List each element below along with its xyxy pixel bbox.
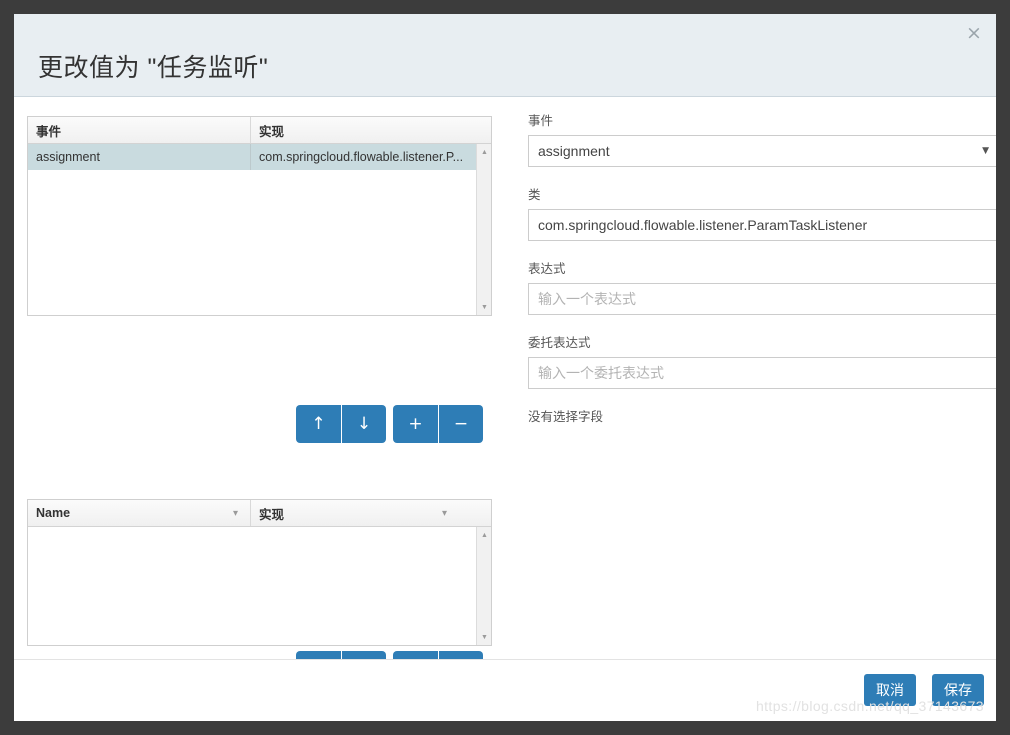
fields-grid: Name ▾ 实现 ▾ ▲ ▼: [27, 499, 492, 646]
table-row[interactable]: assignment com.springcloud.flowable.list…: [28, 144, 491, 170]
fields-column-implementation-label: 实现: [259, 507, 285, 522]
close-icon[interactable]: ×: [963, 23, 985, 45]
listener-move-down-button[interactable]: ↓: [341, 405, 386, 443]
delegate-expression-field-label: 委托表达式: [528, 336, 591, 350]
save-button[interactable]: 保存: [932, 674, 984, 706]
listener-move-up-button[interactable]: ↑: [296, 405, 341, 443]
event-field-label: 事件: [528, 114, 554, 128]
event-select[interactable]: [528, 135, 996, 167]
change-value-dialog: 更改值为 "任务监听" × 事件 实现 assignment com.sprin…: [14, 14, 996, 721]
listener-column-event-label: 事件: [36, 124, 62, 139]
chevron-down-icon[interactable]: ▾: [442, 509, 451, 519]
listener-remove-button[interactable]: −: [438, 405, 483, 443]
fields-grid-rows: ▲ ▼: [28, 527, 491, 645]
dialog-header: 更改值为 "任务监听" ×: [14, 14, 996, 97]
fields-column-name[interactable]: Name ▾: [28, 500, 250, 526]
scroll-up-icon[interactable]: ▲: [477, 528, 491, 542]
page-title: 更改值为 "任务监听": [38, 54, 269, 82]
listener-grid-header: 事件 实现: [28, 117, 491, 144]
listener-grid-rows: assignment com.springcloud.flowable.list…: [28, 144, 491, 315]
delegate-expression-input[interactable]: [528, 357, 996, 389]
fields-column-implementation[interactable]: 实现 ▾: [250, 500, 491, 526]
fields-column-name-label: Name: [36, 506, 71, 520]
class-field-label: 类: [528, 188, 541, 202]
chevron-down-icon[interactable]: ▾: [233, 509, 242, 519]
expression-input[interactable]: [528, 283, 996, 315]
expression-field-label: 表达式: [528, 262, 566, 276]
listener-grid-scrollbar[interactable]: ▲ ▼: [476, 144, 491, 315]
listener-column-event[interactable]: 事件: [28, 117, 250, 143]
fields-grid-scrollbar[interactable]: ▲ ▼: [476, 527, 491, 645]
class-input[interactable]: [528, 209, 996, 241]
listener-addremove-group: + −: [393, 405, 483, 443]
listener-column-implementation-label: 实现: [259, 124, 285, 139]
listener-row-implementation: com.springcloud.flowable.listener.P...: [250, 144, 477, 170]
listener-add-button[interactable]: +: [393, 405, 438, 443]
cancel-button[interactable]: 取消: [864, 674, 916, 706]
event-select-wrap: ▼: [528, 135, 996, 167]
listener-toolbar: ↑ ↓ + −: [296, 405, 483, 443]
expression-field-block: 表达式: [528, 258, 996, 315]
fields-grid-header: Name ▾ 实现 ▾: [28, 500, 491, 527]
listener-move-group: ↑ ↓: [296, 405, 386, 443]
dialog-footer: 取消 保存 https://blog.csdn.net/qq_37143673: [14, 659, 996, 720]
listener-column-implementation[interactable]: 实现: [250, 117, 491, 143]
scroll-up-icon[interactable]: ▲: [477, 145, 491, 159]
class-field-block: 类: [528, 184, 996, 241]
event-field-block: 事件 ▼: [528, 110, 996, 167]
scroll-down-icon[interactable]: ▼: [477, 300, 491, 314]
scroll-down-icon[interactable]: ▼: [477, 630, 491, 644]
listener-grid: 事件 实现 assignment com.springcloud.flowabl…: [27, 116, 492, 316]
dialog-body: 事件 实现 assignment com.springcloud.flowabl…: [14, 97, 996, 689]
no-field-selected-text: 没有选择字段: [528, 410, 604, 424]
listener-row-event: assignment: [36, 150, 100, 164]
delegate-expression-field-block: 委托表达式: [528, 332, 996, 389]
